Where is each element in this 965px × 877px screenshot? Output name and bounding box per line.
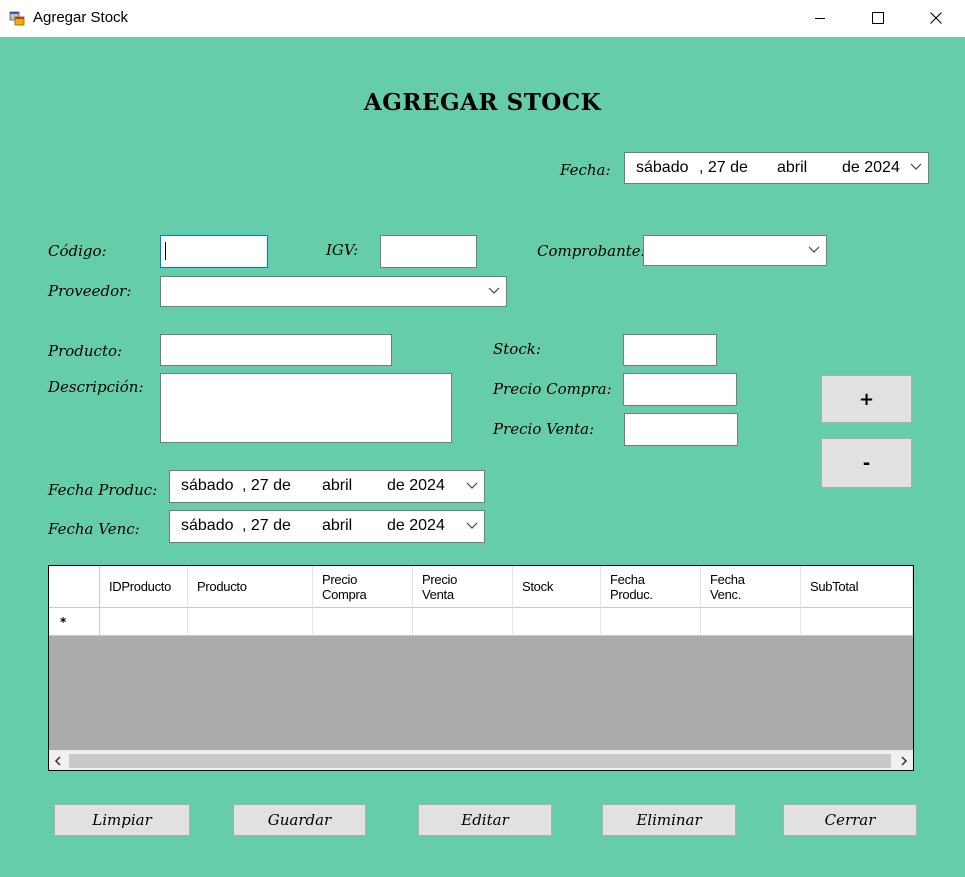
proveedor-select[interactable]: [160, 276, 507, 307]
scroll-left-icon[interactable]: [54, 756, 62, 766]
precio-compra-input[interactable]: [623, 373, 737, 406]
grid-cell[interactable]: [100, 608, 188, 636]
fecha-datepicker[interactable]: sábado , 27 de abril de 2024: [624, 152, 929, 184]
fecha-produc-day: sábado: [181, 477, 234, 494]
fecha-year: de 2024: [842, 159, 900, 176]
limpiar-button[interactable]: Limpiar: [54, 804, 190, 836]
scrollbar-thumb[interactable]: [69, 754, 891, 768]
grid-cell[interactable]: [513, 608, 601, 636]
precio-venta-input[interactable]: [624, 413, 738, 446]
stock-input[interactable]: [623, 334, 717, 366]
chevron-down-icon: [488, 287, 500, 294]
grid-cell[interactable]: [801, 608, 913, 636]
window-title: Agregar Stock: [33, 9, 129, 26]
comprobante-select[interactable]: [643, 235, 827, 266]
chevron-down-icon: [466, 522, 478, 529]
close-button[interactable]: [913, 0, 959, 36]
column-header-precio-venta[interactable]: Precio Venta: [413, 566, 513, 608]
producto-label: Producto:: [48, 342, 123, 360]
fecha-venc-year: de 2024: [387, 517, 445, 534]
fecha-produc-month: abril: [322, 477, 353, 494]
fecha-venc-label: Fecha Venc:: [48, 520, 140, 538]
precio-venta-label: Precio Venta:: [493, 420, 595, 438]
fecha-venc-day: sábado: [181, 517, 234, 534]
stock-label: Stock:: [493, 340, 541, 358]
text-caret: [165, 242, 166, 260]
descripcion-label: Descripción:: [48, 378, 144, 396]
form-body: AGREGAR STOCK Fecha: sábado , 27 de abri…: [0, 37, 965, 877]
fecha-label: Fecha:: [560, 161, 611, 179]
codigo-input[interactable]: [160, 235, 268, 268]
igv-input[interactable]: [380, 235, 477, 268]
eliminar-button[interactable]: Eliminar: [602, 804, 736, 836]
fecha-num: , 27 de: [699, 159, 748, 176]
fecha-produc-label: Fecha Produc:: [48, 481, 158, 499]
descripcion-textarea[interactable]: [160, 373, 452, 443]
column-header-subtotal[interactable]: SubTotal: [801, 566, 913, 608]
column-header-stock[interactable]: Stock: [513, 566, 601, 608]
column-header-idproducto[interactable]: IDProducto: [100, 566, 188, 608]
fecha-produc-year: de 2024: [387, 477, 445, 494]
fecha-venc-datepicker[interactable]: sábado , 27 de abril de 2024: [169, 510, 485, 543]
scroll-right-icon[interactable]: [900, 756, 908, 766]
codigo-label: Código:: [48, 242, 107, 260]
fecha-day: sábado: [636, 159, 689, 176]
title-bar: Agregar Stock: [0, 0, 965, 37]
add-item-button[interactable]: +: [821, 375, 912, 423]
comprobante-label: Comprobante:: [537, 242, 646, 260]
editar-button[interactable]: Editar: [418, 804, 552, 836]
items-datagrid[interactable]: IDProducto Producto Precio Compra Precio…: [48, 565, 914, 771]
new-row-marker: *: [60, 615, 67, 629]
fecha-month: abril: [777, 159, 808, 176]
precio-compra-label: Precio Compra:: [493, 380, 612, 398]
chevron-down-icon: [808, 246, 820, 253]
grid-corner-header: [49, 566, 100, 608]
chevron-down-icon: [910, 163, 922, 170]
grid-cell[interactable]: [188, 608, 313, 636]
fecha-produc-num: , 27 de: [242, 477, 291, 494]
app-icon: [9, 11, 25, 26]
grid-cell[interactable]: [701, 608, 801, 636]
cerrar-button[interactable]: Cerrar: [783, 804, 917, 836]
column-header-fecha-produc[interactable]: Fecha Produc.: [601, 566, 701, 608]
proveedor-label: Proveedor:: [48, 282, 132, 300]
grid-cell[interactable]: [313, 608, 413, 636]
maximize-button[interactable]: [855, 0, 901, 36]
column-header-producto[interactable]: Producto: [188, 566, 313, 608]
column-header-fecha-venc[interactable]: Fecha Venc.: [701, 566, 801, 608]
new-row-header[interactable]: *: [49, 608, 100, 636]
fecha-produc-datepicker[interactable]: sábado , 27 de abril de 2024: [169, 470, 485, 503]
horizontal-scrollbar[interactable]: [49, 750, 913, 770]
guardar-button[interactable]: Guardar: [233, 804, 366, 836]
minimize-icon: [815, 18, 825, 19]
column-header-precio-compra[interactable]: Precio Compra: [313, 566, 413, 608]
igv-label: IGV:: [326, 241, 359, 259]
chevron-down-icon: [466, 482, 478, 489]
form-heading: AGREGAR STOCK: [363, 89, 602, 116]
grid-cell[interactable]: [413, 608, 513, 636]
minimize-button[interactable]: [797, 0, 843, 36]
fecha-venc-month: abril: [322, 517, 353, 534]
close-icon: [930, 12, 942, 24]
grid-cell[interactable]: [601, 608, 701, 636]
remove-item-button[interactable]: -: [821, 438, 912, 488]
fecha-venc-num: , 27 de: [242, 517, 291, 534]
producto-input[interactable]: [160, 334, 392, 366]
agregar-stock-window: Agregar Stock AGREGAR STOCK Fecha: sábad…: [0, 0, 965, 877]
maximize-icon: [872, 12, 884, 24]
